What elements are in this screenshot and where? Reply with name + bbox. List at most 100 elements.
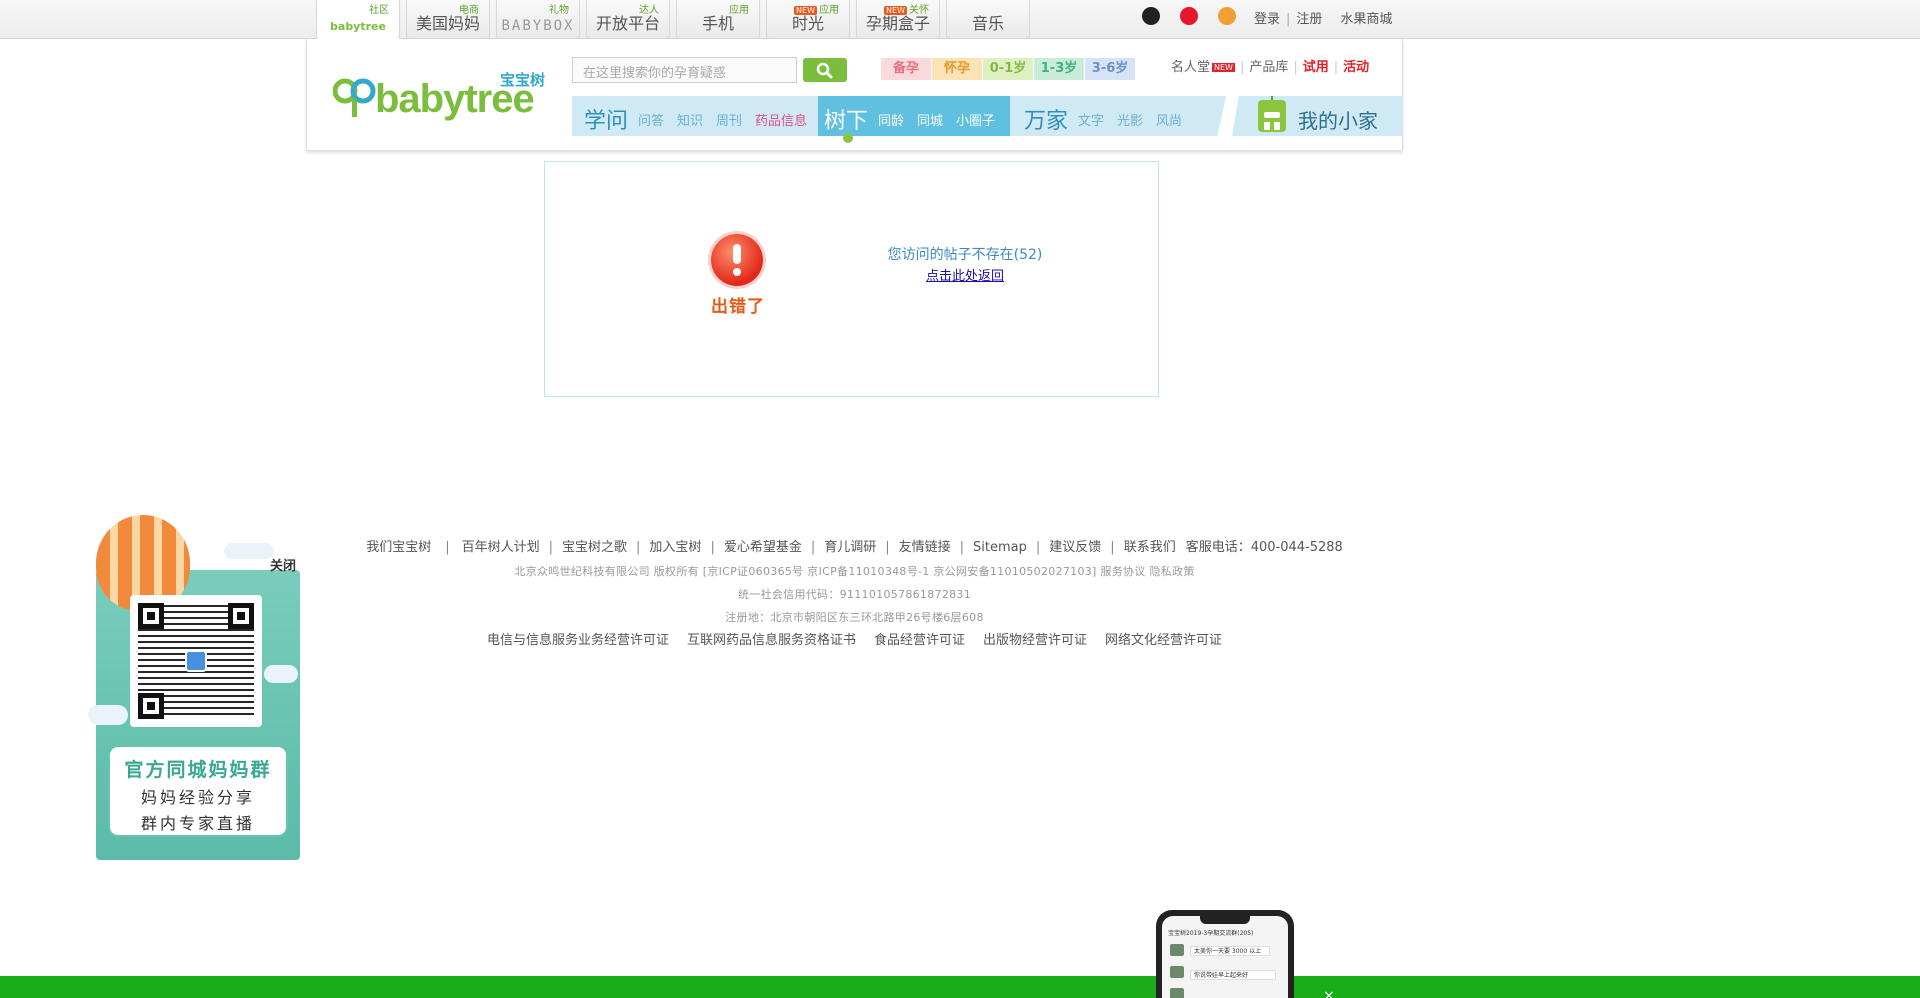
alert-bang-dot [733, 268, 741, 276]
search-button[interactable] [803, 58, 847, 82]
divider: | [1333, 60, 1339, 75]
footer-link[interactable]: 育儿调研 [824, 540, 876, 555]
nav-item-zhoukan[interactable]: 周刊 [716, 110, 742, 129]
nav-item-drug-info[interactable]: 药品信息 [755, 110, 807, 129]
header-links: 名人堂 NEW | 产品库 | 试用 | 活动 [1171, 56, 1369, 75]
celebrity-link[interactable]: 名人堂 [1171, 60, 1210, 75]
footer-link[interactable]: 加入宝树 [649, 540, 701, 555]
hotline: 客服电话：400-044-5288 [1185, 540, 1343, 555]
site-tab-community[interactable]: 社区 babytree [316, 0, 400, 40]
site-tab-label: 手机 [701, 14, 734, 33]
qr-popup: 关闭 官方同城妈妈群 妈妈经验分享 群内专家直播 [88, 515, 302, 860]
register-link[interactable]: 注册 [1296, 12, 1322, 27]
fruit-mall-link[interactable]: 水果商城 [1340, 12, 1392, 27]
divider: | [636, 540, 641, 555]
divider: | [810, 540, 816, 555]
main-nav: 学问 问答 知识 周刊 药品信息 树下 同龄 同城 小圈子 万家 文字 光影 风… [572, 96, 1402, 143]
stage-huaiyun[interactable]: 怀孕 [932, 58, 982, 80]
nav-item-wenzi[interactable]: 文字 [1078, 110, 1104, 129]
divider: | [1293, 60, 1298, 75]
site-tab-tag: 社区 [369, 5, 389, 16]
renren-icon[interactable] [1218, 7, 1236, 25]
footer-link[interactable]: 百年树人计划 [462, 540, 540, 555]
footer-link[interactable]: Sitemap [973, 540, 1027, 555]
license-link[interactable]: 网络文化经营许可证 [1105, 633, 1222, 648]
close-button[interactable]: 关闭 [270, 555, 296, 574]
nav-title-wanjia[interactable]: 万家 [1024, 103, 1068, 135]
activity-link[interactable]: 活动 [1343, 60, 1369, 75]
site-tab-pregnancy-box[interactable]: NEW 关怀 孕期盒子 [856, 0, 940, 39]
stage-3-6[interactable]: 3-6岁 [1085, 58, 1135, 80]
chat-icon [185, 650, 207, 672]
footer-links: 我们宝宝树 | 百年树人计划 | 宝宝树之歌 | 加入宝树 | 爱心希望基金 | 育儿调研 | 友情链接… [306, 536, 1403, 560]
site-tab-label: BABYBOX [501, 18, 575, 34]
qq-icon[interactable] [1142, 7, 1160, 25]
search-input[interactable]: 在这里搜索你的孕育疑惑 [572, 57, 797, 83]
footer-link[interactable]: 联系我们 [1124, 540, 1176, 555]
license-link[interactable]: 出版物经营许可证 [983, 633, 1087, 648]
top-account-links: 登录 | 注册 水果商城 [1254, 8, 1392, 27]
qr-finder [228, 603, 254, 629]
nav-item-wenda[interactable]: 问答 [638, 110, 664, 129]
nav-section-home[interactable]: 我的小家 [1232, 96, 1402, 136]
site-tab-label: babytree [330, 20, 386, 33]
chat-bubble: 太美你一天要 3000 以上 [1190, 946, 1270, 956]
phone-screen: 宝宝树2019-3孕期交流群(205) 太美你一天要 3000 以上 你说带娃早… [1162, 916, 1288, 998]
nav-item-xiaoquanzi[interactable]: 小圈子 [956, 110, 995, 129]
error-label: 出错了 [711, 297, 765, 317]
trial-link[interactable]: 试用 [1303, 60, 1329, 75]
site-footer: 我们宝宝树 | 百年树人计划 | 宝宝树之歌 | 加入宝树 | 爱心希望基金 | 育儿调研 | 友情链接… [306, 536, 1403, 653]
nav-title-shuxia[interactable]: 树下 [824, 103, 868, 135]
registered-address: 注册地：北京市朝阳区东三环北路甲26号楼6层608 [725, 611, 984, 624]
divider: | [1286, 12, 1291, 27]
nav-item-tongling[interactable]: 同龄 [878, 110, 904, 129]
footer-link[interactable]: 我们宝宝树 [366, 540, 431, 555]
nav-item-tongcheng[interactable]: 同城 [917, 110, 943, 129]
license-links: 电信与信息服务业务经营许可证 互联网药品信息服务资格证书 食品经营许可证 出版物经营许… [306, 629, 1403, 653]
license-link[interactable]: 食品经营许可证 [874, 633, 965, 648]
stage-1-3[interactable]: 1-3岁 [1034, 58, 1084, 80]
bottom-promo-bar[interactable] [0, 976, 1920, 998]
avatar [1170, 988, 1184, 998]
qr-finder [138, 693, 164, 719]
license-link[interactable]: 电信与信息服务业务经营许可证 [487, 633, 669, 648]
phone-chat-header: 宝宝树2019-3孕期交流群(205) [1168, 930, 1254, 937]
qr-line-2: 群内专家直播 [140, 814, 255, 833]
site-tab-meiguomama[interactable]: 电商 美国妈妈 [406, 0, 490, 39]
site-tab-music[interactable]: 音乐 [946, 0, 1030, 39]
nav-item-guangying[interactable]: 光影 [1117, 110, 1143, 129]
footer-link[interactable]: 友情链接 [899, 540, 951, 555]
nav-active-dot [843, 133, 853, 143]
login-link[interactable]: 登录 [1254, 12, 1280, 27]
site-tab-tag: 礼物 [549, 5, 569, 16]
license-link[interactable]: 互联网药品信息服务资格证书 [687, 633, 856, 648]
site-tab-babybox[interactable]: 礼物 BABYBOX [496, 0, 580, 39]
new-badge: NEW [1212, 63, 1235, 72]
site-tab-open-platform[interactable]: 达人 开放平台 [586, 0, 670, 39]
footer-link[interactable]: 宝宝树之歌 [562, 540, 627, 555]
back-link[interactable]: 点击此处返回 [795, 265, 1135, 284]
products-link[interactable]: 产品库 [1249, 60, 1288, 75]
error-box: 出错了 您访问的帖子不存在(52) 点击此处返回 [544, 161, 1159, 397]
phone-notch [1200, 916, 1250, 924]
nav-section-shuxia: 树下 同龄 同城 小圈子 [818, 96, 1010, 143]
qr-caption: 官方同城妈妈群 妈妈经验分享 群内专家直播 [108, 745, 288, 837]
stage-beiyun[interactable]: 备孕 [881, 58, 931, 80]
nav-title-xuewen[interactable]: 学问 [584, 103, 628, 135]
logo-wordmark: babytree [375, 77, 535, 121]
nav-item-fengshang[interactable]: 风尚 [1156, 110, 1182, 129]
house-sprout-icon [1258, 96, 1286, 132]
site-tab-mobile[interactable]: 应用 手机 [676, 0, 760, 39]
stage-0-1[interactable]: 0-1岁 [983, 58, 1033, 80]
search-icon [816, 62, 833, 79]
chat-bubble: 你说带娃早上起来好 [1190, 970, 1276, 980]
babytree-logo[interactable]: 宝宝树 babytree [333, 69, 547, 121]
footer-link[interactable]: 爱心希望基金 [724, 540, 802, 555]
weibo-icon[interactable] [1180, 7, 1198, 25]
footer-link[interactable]: 建议反馈 [1049, 540, 1101, 555]
qr-code [130, 595, 262, 727]
site-tab-shiguang[interactable]: NEW 应用 时光 [766, 0, 850, 39]
nav-item-zhishi[interactable]: 知识 [677, 110, 703, 129]
close-icon[interactable]: × [1323, 988, 1335, 998]
alert-icon [711, 234, 763, 286]
